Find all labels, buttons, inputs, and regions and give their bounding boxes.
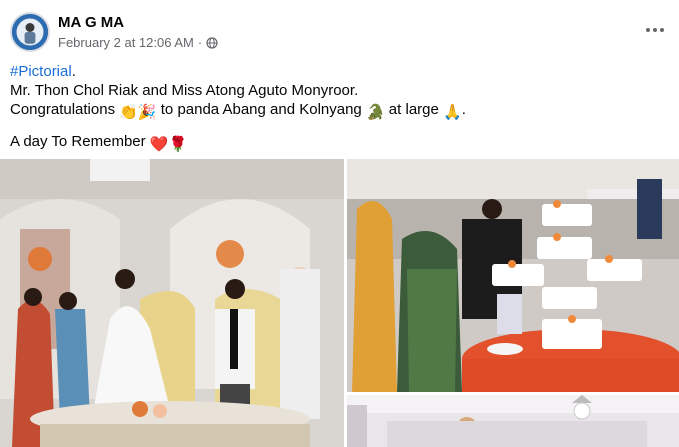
hashtag-link[interactable]: #Pictorial [10, 63, 72, 80]
post-line-2: Mr. Thon Chol Riak and Miss Atong Aguto … [10, 82, 359, 99]
post-text: #Pictorial. Mr. Thon Chol Riak and Miss … [10, 62, 669, 154]
avatar[interactable] [10, 12, 50, 52]
post-line-4: A day To Remember ❤️🌹 [10, 133, 188, 153]
reception-hall-photo[interactable] [347, 395, 679, 447]
post-line-1: #Pictorial. [10, 63, 76, 80]
globe-icon[interactable] [206, 36, 218, 49]
crocodile-emoji: 🐊 [365, 104, 385, 121]
post-header: MA G MA February 2 at 12:06 AM · [10, 12, 669, 52]
author-name[interactable]: MA G MA [58, 14, 124, 31]
post-timestamp[interactable]: February 2 at 12:06 AM [58, 35, 194, 50]
heart-rose-emoji: ❤️🌹 [149, 136, 188, 153]
post-meta: February 2 at 12:06 AM · [58, 35, 218, 50]
more-options-button[interactable] [641, 18, 669, 42]
photo-grid [0, 159, 679, 447]
wedding-couple-photo[interactable] [0, 159, 344, 447]
more-horizontal-icon [646, 28, 650, 32]
post-line-3: Congratulations 👏🎉 to panda Abang and Ko… [10, 101, 466, 121]
praying-hands-emoji: 🙏 [443, 104, 462, 121]
meta-separator: · [197, 35, 203, 50]
clapping-party-emoji: 👏🎉 [119, 104, 157, 121]
wedding-cake-photo[interactable] [347, 159, 679, 392]
